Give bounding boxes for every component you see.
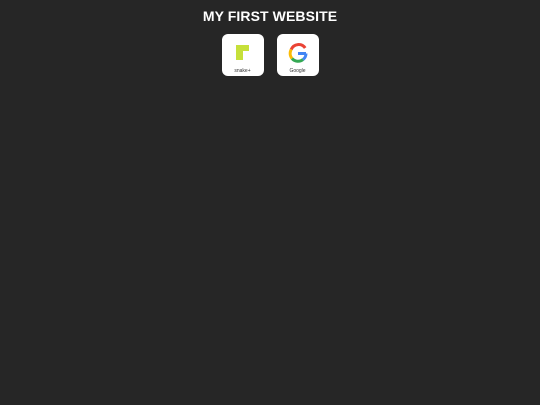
shortcut-snake-plus[interactable]: snake+ (221, 34, 264, 76)
shortcut-label: Google (289, 68, 306, 74)
google-icon (288, 43, 307, 63)
shortcut-label: snake+ (234, 68, 251, 74)
snake-plus-icon (235, 45, 249, 60)
page-title: MY FIRST WEBSITE (202, 8, 338, 24)
shortcut-google[interactable]: Google (276, 34, 319, 76)
shortcut-tiles: snake+ Google (0, 34, 540, 76)
